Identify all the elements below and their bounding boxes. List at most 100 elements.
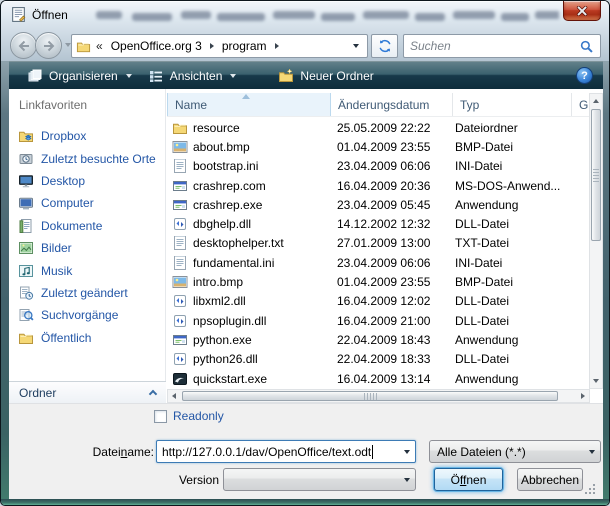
sidebar-item-musik[interactable]: Musik xyxy=(9,259,166,281)
help-button[interactable]: ? xyxy=(576,67,593,84)
file-row[interactable]: desktophelper.txt27.01.2009 13:00TXT-Dat… xyxy=(167,234,589,253)
chevron-up-icon xyxy=(149,390,157,398)
scroll-right-icon[interactable] xyxy=(581,393,585,399)
sidebar-item-label: Dropbox xyxy=(41,129,86,143)
file-type: INI-Datei xyxy=(449,159,589,173)
filetype-dropdown-button[interactable] xyxy=(583,441,600,462)
file-row[interactable]: crashrep.exe23.04.2009 05:45Anwendung xyxy=(167,195,589,214)
dll-icon xyxy=(172,313,188,329)
sidebar-item-zuletzt-geandert[interactable]: Zuletzt geändert xyxy=(9,282,166,304)
back-button[interactable] xyxy=(10,32,37,59)
column-header-name[interactable]: Name xyxy=(167,93,331,116)
ghost-menu-text xyxy=(273,11,315,19)
sidebar-item-suchvorgange[interactable]: Suchvorgänge xyxy=(9,304,166,326)
file-name: intro.bmp xyxy=(188,275,329,289)
filetype-select[interactable]: Alle Dateien (*.*) xyxy=(429,440,601,463)
cancel-button-label: Abbrechen xyxy=(521,473,579,487)
file-row[interactable]: quickstart.exe16.04.2009 13:14Anwendung xyxy=(167,369,589,388)
readonly-checkbox[interactable] xyxy=(154,410,167,423)
file-modified-date: 22.04.2009 18:43 xyxy=(329,333,449,347)
sidebar-item-computer[interactable]: Computer xyxy=(9,192,166,214)
refresh-button[interactable] xyxy=(371,34,398,58)
column-label: G xyxy=(579,98,588,112)
filename-input[interactable]: http://127.0.0.1/dav/OpenOffice/text.odt xyxy=(156,440,416,463)
sidebar-item-label: Bilder xyxy=(41,241,72,255)
column-header-date[interactable]: Änderungsdatum xyxy=(331,93,453,116)
file-row[interactable]: resource25.05.2009 22:22Dateiordner xyxy=(167,118,589,137)
ghost-menu-text xyxy=(217,13,265,21)
sidebar-item-offentlich[interactable]: Öffentlich xyxy=(9,327,166,349)
sidebar-item-label: Musik xyxy=(41,264,72,278)
sidebar-item-dokumente[interactable]: Dokumente xyxy=(9,215,166,237)
breadcrumb-item-program[interactable]: program xyxy=(219,39,270,53)
folders-expander[interactable]: Ordner xyxy=(9,381,166,403)
public-folder-icon xyxy=(18,330,34,346)
version-dropdown-button[interactable] xyxy=(398,469,415,490)
sidebar-item-zuletzt-besuchte-orte[interactable]: Zuletzt besuchte Orte xyxy=(9,147,166,169)
file-type: BMP-Datei xyxy=(449,140,589,154)
file-type: Dateiordner xyxy=(449,121,589,135)
file-row[interactable]: dbghelp.dll14.12.2002 12:32DLL-Datei xyxy=(167,214,589,233)
breadcrumb-overflow[interactable]: « xyxy=(96,39,103,53)
resize-grip[interactable] xyxy=(593,484,595,486)
computer-icon xyxy=(18,195,34,211)
readonly-label[interactable]: Readonly xyxy=(173,409,224,423)
open-button[interactable]: Öffnen xyxy=(434,468,503,491)
chevron-down-icon xyxy=(589,450,595,454)
horizontal-scrollbar[interactable] xyxy=(167,389,590,403)
scroll-down-icon[interactable] xyxy=(593,379,599,383)
vertical-scroll-thumb[interactable] xyxy=(591,109,601,241)
close-button[interactable] xyxy=(563,1,601,21)
breadcrumb-separator-icon[interactable] xyxy=(210,43,214,49)
folder-icon xyxy=(76,39,91,54)
file-row[interactable]: crashrep.com16.04.2009 20:36MS-DOS-Anwen… xyxy=(167,176,589,195)
image-icon xyxy=(172,274,188,290)
cancel-button[interactable]: Abbrechen xyxy=(517,468,583,491)
column-header-type[interactable]: Typ xyxy=(453,93,572,116)
file-row[interactable]: npsoplugin.dll16.04.2009 21:00DLL-Datei xyxy=(167,311,589,330)
text-caret xyxy=(372,445,373,459)
file-modified-date: 25.05.2009 22:22 xyxy=(329,121,449,135)
column-header-size[interactable]: G xyxy=(572,93,588,116)
scroll-up-icon[interactable] xyxy=(593,99,599,103)
file-name: dbghelp.dll xyxy=(188,217,329,231)
recently-changed-icon xyxy=(18,285,34,301)
breadcrumb[interactable]: « OpenOffice.org 3 program xyxy=(71,34,368,58)
refresh-icon xyxy=(377,38,393,54)
file-row[interactable]: intro.bmp01.04.2009 23:55BMP-Datei xyxy=(167,272,589,291)
sidebar-item-bilder[interactable]: Bilder xyxy=(9,237,166,259)
organize-button[interactable]: Organisieren xyxy=(19,64,140,88)
file-name: fundamental.ini xyxy=(188,256,329,270)
search-box[interactable]: Suchen xyxy=(403,34,601,58)
background-ghost-menu xyxy=(79,5,559,27)
forward-button[interactable] xyxy=(35,32,62,59)
breadcrumb-dropdown-button[interactable] xyxy=(348,35,364,57)
column-label: Name xyxy=(175,98,207,112)
new-folder-button[interactable]: Neuer Ordner xyxy=(270,64,381,88)
file-modified-date: 14.12.2002 12:32 xyxy=(329,217,449,231)
file-row[interactable]: python26.dll22.04.2009 18:33DLL-Datei xyxy=(167,350,589,369)
version-select[interactable] xyxy=(223,468,416,491)
filename-dropdown-button[interactable] xyxy=(398,441,415,462)
search-icon[interactable] xyxy=(579,39,594,54)
sidebar-item-dropbox[interactable]: Dropbox xyxy=(9,125,166,147)
sidebar-item-desktop[interactable]: Desktop xyxy=(9,170,166,192)
horizontal-scroll-thumb[interactable] xyxy=(182,391,558,401)
file-row[interactable]: python.exe22.04.2009 18:43Anwendung xyxy=(167,330,589,349)
filename-value[interactable]: http://127.0.0.1/dav/OpenOffice/text.odt xyxy=(162,445,371,459)
file-name: resource xyxy=(188,121,329,135)
breadcrumb-item-openoffice[interactable]: OpenOffice.org 3 xyxy=(108,39,205,53)
scroll-left-icon[interactable] xyxy=(172,393,176,399)
file-row[interactable]: fundamental.ini23.04.2009 06:06INI-Datei xyxy=(167,253,589,272)
file-row[interactable]: bootstrap.ini23.04.2009 06:06INI-Datei xyxy=(167,157,589,176)
ghost-menu-text xyxy=(535,11,559,19)
file-modified-date: 22.04.2009 18:33 xyxy=(329,352,449,366)
file-row[interactable]: libxml2.dll16.04.2009 12:02DLL-Datei xyxy=(167,292,589,311)
sidebar-item-label: Dokumente xyxy=(41,219,102,233)
views-button[interactable]: Ansichten xyxy=(140,64,245,88)
quickstart-icon xyxy=(172,371,188,387)
sidebar-item-label: Zuletzt besuchte Orte xyxy=(41,152,156,166)
file-row[interactable]: about.bmp01.04.2009 23:55BMP-Datei xyxy=(167,137,589,156)
vertical-scrollbar[interactable] xyxy=(589,93,603,389)
breadcrumb-separator-icon[interactable] xyxy=(275,43,279,49)
